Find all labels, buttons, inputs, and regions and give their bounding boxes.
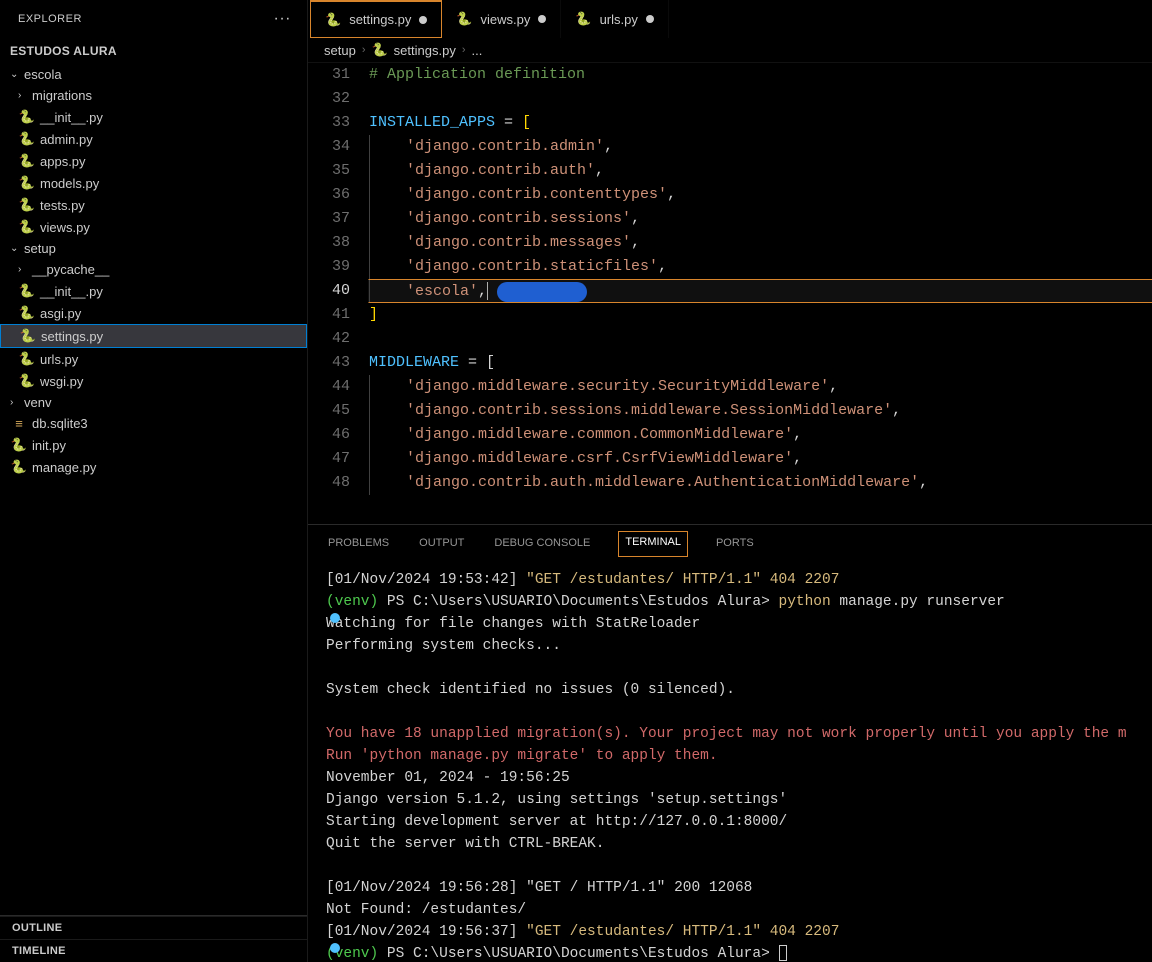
code-text: # Application definition bbox=[369, 66, 585, 83]
file-manage[interactable]: 🐍 manage.py bbox=[0, 456, 307, 478]
breadcrumb-item[interactable]: settings.py bbox=[394, 43, 456, 58]
sidebar: EXPLORER ··· ESTUDOS ALURA ⌄ escola › mi… bbox=[0, 0, 308, 962]
terminal-cursor bbox=[779, 945, 787, 961]
python-icon: 🐍 bbox=[18, 305, 36, 321]
dirty-icon bbox=[538, 15, 546, 23]
python-icon: 🐍 bbox=[371, 42, 387, 58]
python-icon: 🐍 bbox=[325, 12, 341, 28]
code-text: 'django.middleware.security.SecurityMidd… bbox=[406, 378, 829, 395]
file-settings[interactable]: 🐍 settings.py bbox=[0, 324, 307, 348]
text-cursor bbox=[487, 282, 488, 300]
main-area: 🐍 settings.py 🐍 views.py 🐍 urls.py setup… bbox=[308, 0, 1152, 962]
folder-setup[interactable]: ⌄ setup bbox=[0, 238, 307, 259]
panel-tab-output[interactable]: OUTPUT bbox=[417, 533, 466, 557]
python-icon: 🐍 bbox=[18, 283, 36, 299]
explorer-header: EXPLORER ··· bbox=[0, 0, 307, 38]
file-admin[interactable]: 🐍 admin.py bbox=[0, 128, 307, 150]
file-wsgi[interactable]: 🐍 wsgi.py bbox=[0, 370, 307, 392]
status-dot-icon bbox=[330, 613, 340, 623]
python-icon: 🐍 bbox=[18, 131, 36, 147]
panel-tab-debug[interactable]: DEBUG CONSOLE bbox=[492, 533, 592, 557]
file-init-escola[interactable]: 🐍 __init__.py bbox=[0, 106, 307, 128]
python-icon: 🐍 bbox=[18, 109, 36, 125]
code-text: MIDDLEWARE bbox=[369, 354, 459, 371]
outline-section[interactable]: OUTLINE bbox=[0, 916, 307, 939]
breadcrumb[interactable]: setup › 🐍 settings.py › ... bbox=[308, 38, 1152, 63]
python-icon: 🐍 bbox=[18, 373, 36, 389]
panel-tab-problems[interactable]: PROBLEMS bbox=[326, 533, 391, 557]
chevron-down-icon: ⌄ bbox=[10, 69, 24, 80]
code-content[interactable]: # Application definition INSTALLED_APPS … bbox=[368, 63, 1152, 524]
code-text: 'django.middleware.csrf.CsrfViewMiddlewa… bbox=[406, 450, 793, 467]
file-asgi[interactable]: 🐍 asgi.py bbox=[0, 302, 307, 324]
python-icon: 🐍 bbox=[18, 219, 36, 235]
project-title[interactable]: ESTUDOS ALURA bbox=[0, 38, 307, 64]
chevron-down-icon: ⌄ bbox=[10, 243, 24, 254]
code-editor[interactable]: 31 32 33 34 35 36 37 38 39 40 41 42 43 4… bbox=[308, 63, 1152, 524]
code-text: 'django.contrib.admin' bbox=[406, 138, 604, 155]
folder-escola[interactable]: ⌄ escola bbox=[0, 64, 307, 85]
tab-label: views.py bbox=[481, 12, 531, 27]
panel-tab-terminal[interactable]: TERMINAL bbox=[618, 531, 688, 557]
breadcrumb-item[interactable]: setup bbox=[324, 43, 356, 58]
code-text: ] bbox=[369, 306, 378, 323]
highlight-marker bbox=[497, 282, 587, 302]
panel-tab-ports[interactable]: PORTS bbox=[714, 533, 756, 557]
file-tree: ⌄ escola › migrations 🐍 __init__.py 🐍 ad… bbox=[0, 64, 307, 915]
code-text: 'django.contrib.sessions' bbox=[406, 210, 631, 227]
sidebar-bottom: OUTLINE TIMELINE bbox=[0, 915, 307, 962]
tab-label: urls.py bbox=[600, 12, 638, 27]
code-text: 'django.contrib.auth.middleware.Authenti… bbox=[406, 474, 919, 491]
explorer-title: EXPLORER bbox=[18, 13, 82, 25]
file-init-root[interactable]: 🐍 init.py bbox=[0, 434, 307, 456]
python-icon: 🐍 bbox=[456, 11, 472, 27]
code-text: 'django.contrib.messages' bbox=[406, 234, 631, 251]
tab-label: settings.py bbox=[349, 12, 411, 27]
python-icon: 🐍 bbox=[19, 328, 37, 344]
chevron-right-icon: › bbox=[362, 44, 366, 56]
code-text: 'django.contrib.auth' bbox=[406, 162, 595, 179]
file-init-setup[interactable]: 🐍 __init__.py bbox=[0, 280, 307, 302]
file-db[interactable]: ≡ db.sqlite3 bbox=[0, 413, 307, 434]
python-icon: 🐍 bbox=[18, 197, 36, 213]
python-icon: 🐍 bbox=[18, 351, 36, 367]
python-icon: 🐍 bbox=[575, 11, 591, 27]
file-urls[interactable]: 🐍 urls.py bbox=[0, 348, 307, 370]
code-text: 'django.contrib.sessions.middleware.Sess… bbox=[406, 402, 892, 419]
code-text: 'django.contrib.contenttypes' bbox=[406, 186, 667, 203]
tab-settings[interactable]: 🐍 settings.py bbox=[310, 0, 442, 38]
tab-urls[interactable]: 🐍 urls.py bbox=[561, 0, 668, 38]
python-icon: 🐍 bbox=[18, 175, 36, 191]
database-icon: ≡ bbox=[10, 416, 28, 431]
panel-tabs: PROBLEMS OUTPUT DEBUG CONSOLE TERMINAL P… bbox=[308, 524, 1152, 557]
terminal[interactable]: [01/Nov/2024 19:53:42] "GET /estudantes/… bbox=[308, 557, 1152, 962]
code-text: 'django.contrib.staticfiles' bbox=[406, 258, 658, 275]
python-icon: 🐍 bbox=[10, 459, 28, 475]
folder-venv[interactable]: › venv bbox=[0, 392, 307, 413]
code-text: 'escola' bbox=[406, 283, 478, 300]
dirty-icon bbox=[646, 15, 654, 23]
code-text: INSTALLED_APPS bbox=[369, 114, 495, 131]
file-apps[interactable]: 🐍 apps.py bbox=[0, 150, 307, 172]
timeline-section[interactable]: TIMELINE bbox=[0, 939, 307, 962]
tab-views[interactable]: 🐍 views.py bbox=[442, 0, 561, 38]
chevron-right-icon: › bbox=[10, 397, 24, 408]
breadcrumb-item[interactable]: ... bbox=[472, 43, 483, 58]
folder-pycache[interactable]: › __pycache__ bbox=[0, 259, 307, 280]
editor-tabs: 🐍 settings.py 🐍 views.py 🐍 urls.py bbox=[308, 0, 1152, 38]
file-models[interactable]: 🐍 models.py bbox=[0, 172, 307, 194]
chevron-right-icon: › bbox=[18, 264, 32, 275]
status-dot-icon bbox=[330, 943, 340, 953]
line-gutter: 31 32 33 34 35 36 37 38 39 40 41 42 43 4… bbox=[308, 63, 368, 524]
chevron-right-icon: › bbox=[462, 44, 466, 56]
file-views[interactable]: 🐍 views.py bbox=[0, 216, 307, 238]
folder-migrations[interactable]: › migrations bbox=[0, 85, 307, 106]
chevron-right-icon: › bbox=[18, 90, 32, 101]
file-tests[interactable]: 🐍 tests.py bbox=[0, 194, 307, 216]
python-icon: 🐍 bbox=[18, 153, 36, 169]
code-text: 'django.middleware.common.CommonMiddlewa… bbox=[406, 426, 793, 443]
python-icon: 🐍 bbox=[10, 437, 28, 453]
dirty-icon bbox=[419, 16, 427, 24]
more-icon[interactable]: ··· bbox=[274, 10, 291, 28]
